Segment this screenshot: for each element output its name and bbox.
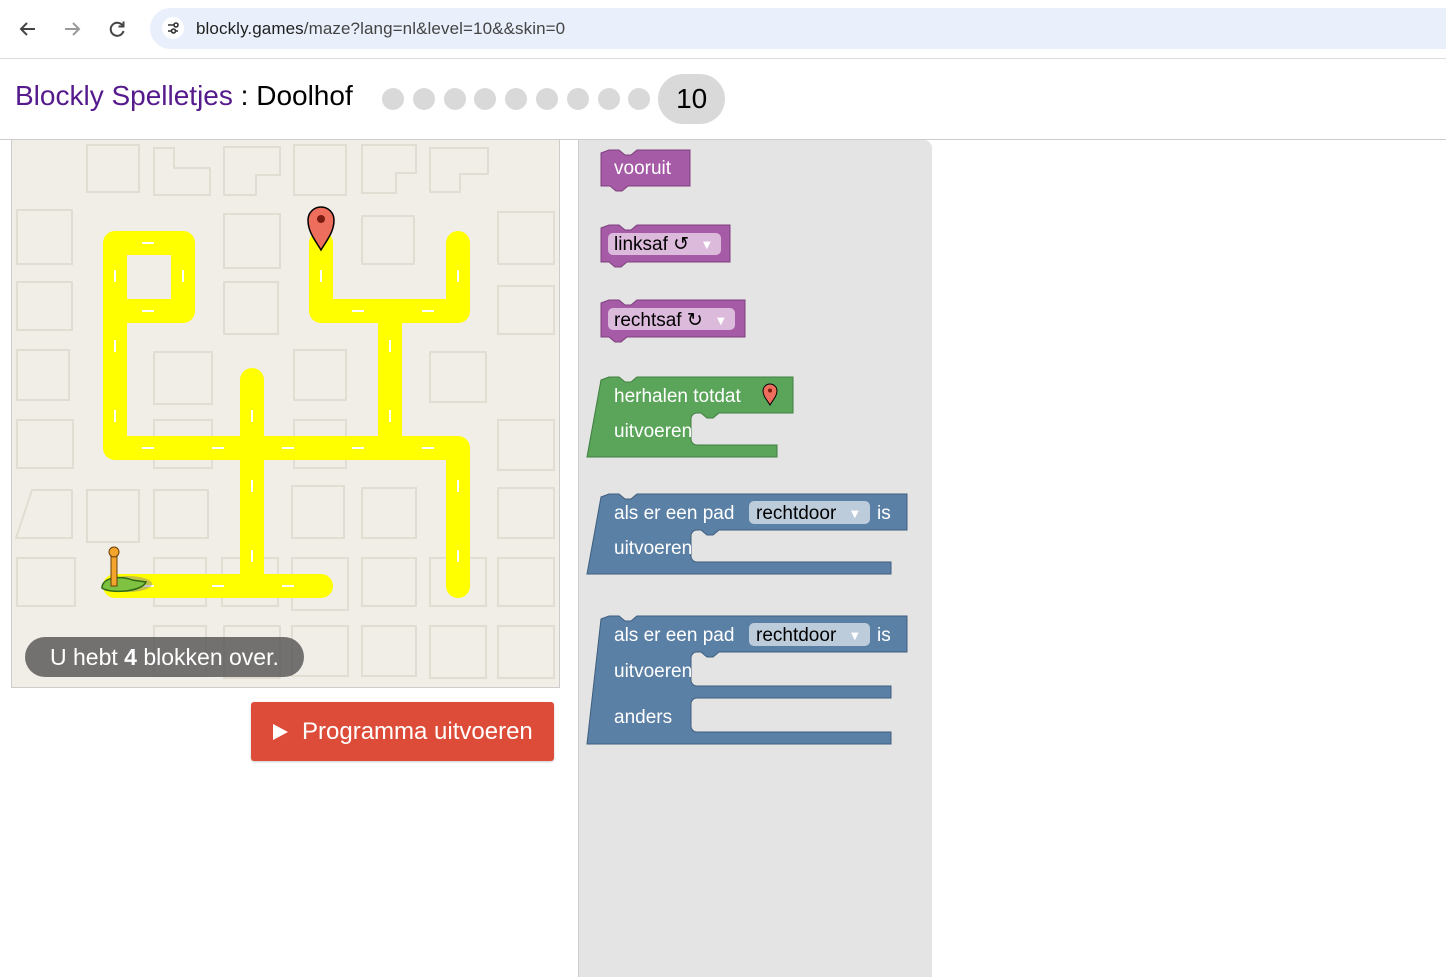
turn-left-block[interactable]: linksaf ↺ ▼ <box>600 224 731 268</box>
capacity-suffix: blokken over. <box>136 644 279 670</box>
url-text: blockly.games/maze?lang=nl&level=10&&ski… <box>196 19 565 39</box>
level-dot-7[interactable] <box>566 88 589 110</box>
play-icon <box>273 723 288 740</box>
turn-left-label: linksaf ↺ <box>614 234 689 255</box>
maze-path <box>103 231 470 598</box>
turn-right-label: rechtsaf ↻ <box>614 310 703 331</box>
dropdown-arrow-icon[interactable]: ▼ <box>851 631 859 642</box>
capacity-prefix: U hebt <box>50 644 125 670</box>
page-heading: Blockly Spelletjes : Doolhof <box>15 80 353 112</box>
capacity-count: 4 <box>124 644 137 670</box>
maze-drawing <box>14 144 555 679</box>
repeat-until-label: herhalen totdat <box>614 386 741 407</box>
site-title-link[interactable]: Blockly Spelletjes <box>15 80 233 111</box>
level-dot-4[interactable] <box>474 88 497 110</box>
maze-background-tiles <box>14 144 555 679</box>
move-forward-block[interactable]: vooruit <box>600 149 691 192</box>
dropdown-arrow-icon[interactable]: ▼ <box>851 509 859 520</box>
direction-dropdown-value: rechtdoor <box>756 625 837 646</box>
if-else-do-label: uitvoeren <box>614 661 692 682</box>
level-dot-9[interactable] <box>628 88 651 110</box>
pegman-icon <box>101 546 152 593</box>
level-selector: 10 <box>382 74 726 124</box>
current-level-indicator: 10 <box>658 74 726 124</box>
page-title: Doolhof <box>256 80 353 111</box>
if-else-path-block[interactable]: als er een pad rechtdoor ▼ is uitvoeren … <box>586 615 908 745</box>
level-dot-5[interactable] <box>505 88 528 110</box>
blocks-remaining-message: U hebt 4 blokken over. <box>25 637 304 677</box>
level-dot-1[interactable] <box>382 88 404 110</box>
direction-dropdown-value: rechtdoor <box>756 503 837 524</box>
if-path-label: als er een pad <box>614 503 734 524</box>
back-button[interactable] <box>13 14 43 44</box>
level-dot-3[interactable] <box>443 88 466 110</box>
browser-toolbar: blockly.games/maze?lang=nl&level=10&&ski… <box>0 0 1446 59</box>
block-toolbox: vooruit linksaf ↺ ▼ rechtsaf ↻ ▼ herhale… <box>578 140 932 977</box>
level-dot-8[interactable] <box>597 88 620 110</box>
repeat-do-label: uitvoeren <box>614 421 692 442</box>
title-separator: : <box>232 80 257 111</box>
url-host: blockly.games <box>196 19 304 38</box>
if-else-path-label: als er een pad <box>614 625 734 646</box>
level-dot-2[interactable] <box>412 88 435 110</box>
move-forward-label: vooruit <box>614 158 672 179</box>
if-else-is-label: is <box>877 625 891 646</box>
run-program-label: Programma uitvoeren <box>302 717 533 745</box>
turn-right-block[interactable]: rechtsaf ↻ ▼ <box>600 299 746 343</box>
reload-icon <box>109 21 125 37</box>
dropdown-arrow-icon[interactable]: ▼ <box>703 240 711 251</box>
url-path: /maze?lang=nl&level=10&&skin=0 <box>303 19 566 38</box>
address-bar[interactable]: blockly.games/maze?lang=nl&level=10&&ski… <box>150 8 1446 49</box>
site-settings-icon[interactable] <box>162 17 184 39</box>
reload-button[interactable] <box>102 14 132 44</box>
if-path-block[interactable]: als er een pad rechtdoor ▼ is uitvoeren <box>586 493 908 575</box>
toolbox-blocks: vooruit linksaf ↺ ▼ rechtsaf ↻ ▼ herhale… <box>586 149 908 745</box>
repeat-until-block[interactable]: herhalen totdat uitvoeren <box>586 376 794 458</box>
maze-canvas <box>11 139 560 688</box>
arrow-right-icon <box>65 22 81 36</box>
if-is-label: is <box>877 503 891 524</box>
run-program-button[interactable]: Programma uitvoeren <box>251 702 554 761</box>
forward-button[interactable] <box>57 14 87 44</box>
arrow-left-icon <box>19 22 35 36</box>
else-label: anders <box>614 707 672 728</box>
level-dot-6[interactable] <box>535 88 558 110</box>
path-dashes <box>114 242 459 587</box>
if-do-label: uitvoeren <box>614 538 692 559</box>
dropdown-arrow-icon[interactable]: ▼ <box>717 316 725 327</box>
